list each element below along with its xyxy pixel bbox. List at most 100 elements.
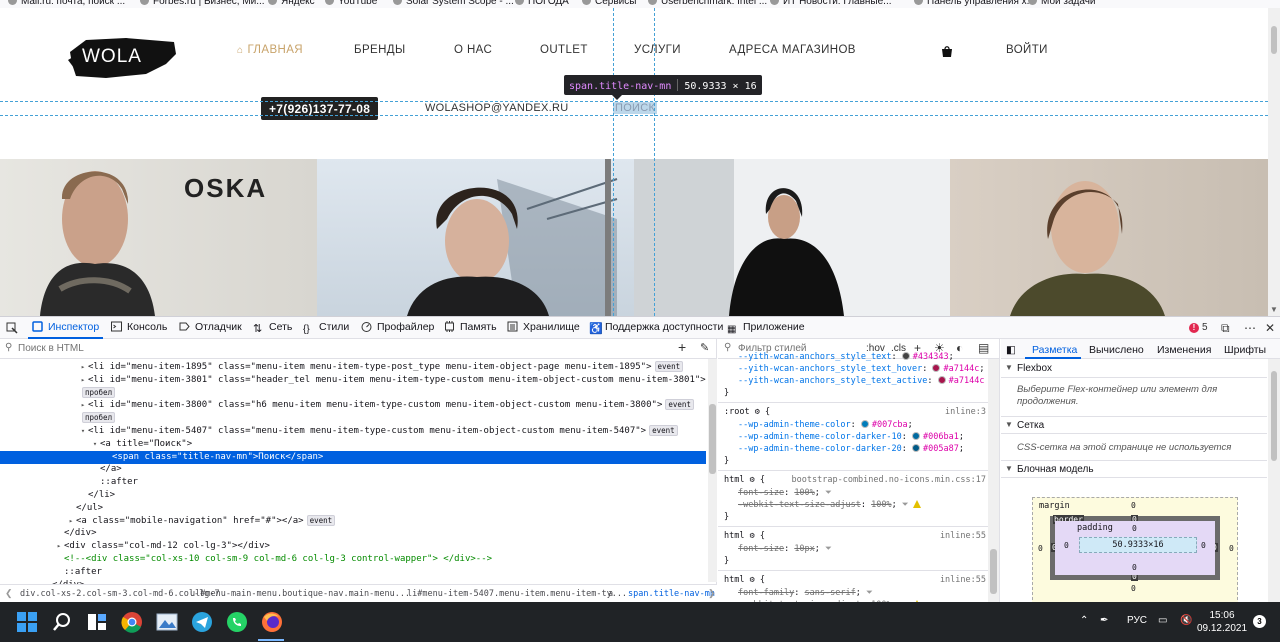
tab-application[interactable]: ▦ Приложение (727, 321, 805, 335)
padding-bottom-value[interactable]: 0 (1132, 563, 1137, 572)
tab-inspector[interactable]: Инспектор (32, 321, 99, 333)
rule-source-link[interactable]: bootstrap-combined.no-icons.min.css:17 (792, 474, 986, 486)
expand-toggle-icon[interactable]: ▾ (90, 438, 100, 451)
css-declaration[interactable]: font-family: sans-serif; ⏷ (724, 587, 986, 599)
bookmark-item[interactable]: ИТ Новости: Главные... (770, 0, 892, 7)
windows-start-icon[interactable] (16, 611, 38, 633)
dom-node-selected[interactable]: <span class="title-nav-mn">Поиск</span> (0, 450, 706, 464)
dom-node[interactable]: ▸ <div class="col-md-12 col-lg-3"></div> (0, 540, 706, 553)
tab-styles[interactable]: {} Стили (303, 321, 349, 335)
flexbox-section-header[interactable]: ▼ Flexbox (1001, 360, 1267, 378)
nav-store-addresses[interactable]: АДРЕСА МАГАЗИНОВ (729, 44, 856, 56)
element-picker-icon[interactable] (6, 322, 18, 334)
shopping-bag-icon[interactable] (941, 45, 953, 57)
css-declaration[interactable]: -webkit-text-size-adjust: 100%; ⏷ (724, 499, 986, 511)
dom-node[interactable]: ▸ <a class="mobile-navigation" href="#"><… (0, 514, 706, 528)
bookmark-item[interactable]: YouTube (325, 0, 377, 7)
expand-toggle-icon[interactable]: ▾ (78, 425, 88, 438)
grid-section-header[interactable]: ▼ Сетка (1001, 416, 1267, 434)
dom-node[interactable]: </ul> (0, 502, 706, 515)
css-declaration[interactable]: --wp-admin-theme-color-darker-10: #006ba… (724, 431, 986, 443)
rule-selector[interactable]: html ⚙ {inline:55 (724, 574, 986, 586)
rule-source-link[interactable]: inline:55 (940, 530, 986, 542)
color-swatch[interactable] (901, 352, 910, 360)
tab-computed[interactable]: Вычислено (1089, 344, 1144, 356)
bookmark-item[interactable]: ПОГОДА (515, 0, 569, 7)
search-icon[interactable] (51, 611, 73, 633)
margin-bottom-value[interactable]: 0 (1131, 584, 1136, 593)
bookmark-item[interactable]: Мои задачи (1028, 0, 1096, 7)
expand-toggle-icon[interactable]: ▸ (78, 399, 88, 412)
telegram-icon[interactable] (191, 611, 213, 633)
rule-source-link[interactable]: inline:3 (945, 406, 986, 418)
breadcrumb-item[interactable]: li#menu-item-5407.menu-item.menu-item-ty… (407, 589, 627, 599)
wola-logo[interactable]: WOLA (66, 34, 180, 82)
nav-services[interactable]: УСЛУГИ (634, 44, 681, 56)
event-badge[interactable]: event (649, 425, 678, 436)
volume-muted-icon[interactable]: 🔇 (1180, 615, 1192, 626)
breadcrumb-back-icon[interactable]: ❮ (5, 588, 13, 599)
margin-left-value[interactable]: 0 (1038, 544, 1043, 553)
rule-selector[interactable]: html ⚙ {bootstrap-combined.no-icons.min.… (724, 474, 986, 486)
dom-node[interactable]: <!--<div class="col-xs-10 col-sm-9 col-m… (0, 553, 706, 566)
more-options-icon[interactable]: ⋯ (1244, 321, 1256, 335)
bookmark-item[interactable]: Яндекс (268, 0, 315, 7)
tab-console[interactable]: Консоль (111, 321, 167, 333)
dom-node[interactable]: ::after (0, 476, 706, 489)
dock-side-icon[interactable]: ⧉ (1221, 321, 1230, 336)
css-declaration[interactable]: font-size: 10px; ⏷ (724, 543, 986, 555)
dom-node[interactable]: пробел (0, 386, 706, 400)
rule-source-link[interactable]: inline:55 (940, 574, 986, 586)
nav-outlet[interactable]: OUTLET (540, 44, 588, 56)
bookmark-item[interactable]: Userbenchmark: Intel ... (648, 0, 767, 7)
nav-home[interactable]: ⌂ ГЛАВНАЯ (237, 44, 303, 56)
close-devtools-icon[interactable]: ✕ (1265, 321, 1275, 335)
event-badge[interactable]: event (654, 361, 684, 372)
css-declaration[interactable]: --yith-wcan-anchors_style_text_hover: #a… (724, 363, 986, 375)
breadcrumb-item-selected[interactable]: span.title-nav-mn (628, 589, 715, 599)
nav-login[interactable]: ВОЙТИ (1006, 44, 1048, 56)
tab-debugger[interactable]: Отладчик (179, 321, 242, 333)
event-badge[interactable]: event (665, 399, 694, 411)
nav-brands[interactable]: БРЕНДЫ (354, 44, 406, 56)
color-swatch[interactable] (937, 376, 946, 384)
expand-toggle-icon[interactable]: ▸ (54, 540, 64, 553)
clock[interactable]: 15:06 09.12.2021 (1196, 609, 1248, 635)
firefox-icon[interactable] (261, 611, 283, 633)
dom-node[interactable]: ▸ <li id="menu-item-3801" class="header_t… (0, 374, 706, 387)
css-declaration[interactable]: --wp-admin-theme-color-darker-20: #005a8… (724, 443, 986, 455)
tab-changes[interactable]: Изменения (1157, 344, 1211, 356)
tab-network[interactable]: ⇅ Сеть (253, 321, 292, 335)
sidebar-toggle-icon[interactable]: ◧ (1006, 344, 1016, 356)
eyedropper-icon[interactable]: ✎ (700, 341, 709, 354)
expand-toggle-icon[interactable]: ▸ (66, 515, 76, 528)
rule-selector[interactable]: html ⚙ {inline:55 (724, 530, 986, 542)
event-badge[interactable]: event (306, 514, 336, 526)
email-link[interactable]: WOLASHOP@YANDEX.RU (425, 102, 569, 114)
warning-icon[interactable] (912, 500, 921, 508)
chrome-icon[interactable] (121, 611, 143, 633)
expand-toggle-icon[interactable]: ▸ (78, 361, 88, 374)
notifications-badge[interactable]: 3 (1253, 615, 1266, 628)
dom-node[interactable]: </li> (0, 489, 706, 502)
add-node-icon[interactable]: + (678, 339, 686, 355)
breadcrumb-item[interactable]: a (608, 589, 613, 599)
padding-left-value[interactable]: 0 (1064, 541, 1069, 550)
bookmark-item[interactable]: Mail.ru: почта, поиск ... (8, 0, 125, 7)
css-declaration[interactable]: --yith-wcan-anchors_style_text_active: #… (724, 375, 986, 387)
tray-overflow-icon[interactable]: ⌃ (1080, 615, 1088, 626)
dom-node[interactable]: ▾ <a title="Поиск"> (0, 438, 706, 451)
tab-memory[interactable]: Память (444, 321, 497, 333)
tab-storage[interactable]: Хранилище (507, 321, 580, 333)
task-view-icon[interactable] (86, 611, 108, 633)
dom-node[interactable]: </a> (0, 463, 706, 476)
margin-right-value[interactable]: 0 (1229, 544, 1234, 553)
bookmark-item[interactable]: Solar System Scope - ... (393, 0, 514, 7)
breadcrumb-item[interactable]: ul#menu-main-menu.boutique-nav.main-menu… (190, 589, 410, 599)
tab-profiler[interactable]: Профайлер (361, 321, 434, 333)
rules-scrollbar[interactable] (988, 359, 999, 602)
inspector-scrollbar[interactable] (708, 359, 717, 582)
nav-about[interactable]: О НАС (454, 44, 492, 56)
overridden-filter-icon[interactable]: ⏷ (820, 544, 832, 554)
overridden-filter-icon[interactable]: ⏷ (861, 588, 873, 598)
